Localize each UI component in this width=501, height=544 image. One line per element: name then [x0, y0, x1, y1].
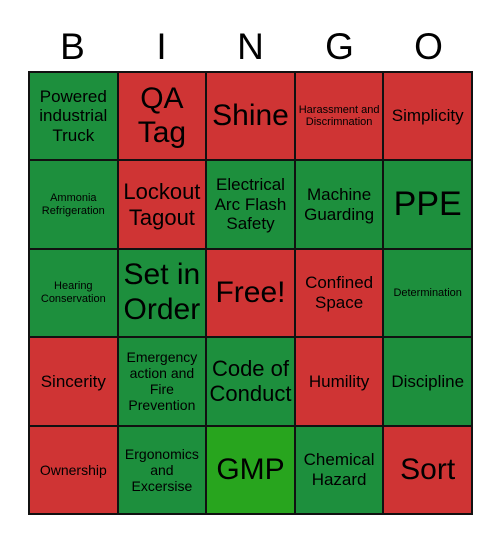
bingo-cell[interactable]: Confined Space — [295, 249, 383, 337]
bingo-header: B I N G O — [28, 22, 473, 72]
bingo-cell[interactable]: Simplicity — [384, 73, 471, 160]
bingo-cell[interactable]: Shine — [207, 73, 294, 160]
bingo-cell[interactable]: Sincerity — [30, 338, 117, 425]
bingo-card-grid: Powered industrial Truck QA Tag Shine Haras… — [28, 71, 473, 515]
header-letter-g: G — [325, 26, 354, 67]
bingo-cell[interactable]: Harassment and Discrimnation — [295, 73, 383, 160]
bingo-cell[interactable]: Determination — [384, 249, 471, 337]
bingo-cell[interactable]: Electrical Arc Flash Safety — [207, 161, 294, 248]
bingo-cell[interactable]: Ammonia Refrigeration — [30, 161, 117, 248]
bingo-cell[interactable]: Powered industrial Truck — [30, 73, 117, 160]
header-letter-b: B — [60, 26, 85, 67]
header-letter-o: O — [414, 26, 443, 67]
bingo-cell[interactable]: Lockout Tagout — [118, 161, 206, 248]
bingo-cell[interactable]: Machine Guarding — [295, 161, 383, 248]
bingo-cell[interactable]: GMP — [207, 426, 294, 513]
header-letter-i: I — [156, 26, 167, 67]
header-letter-n: N — [237, 26, 264, 67]
bingo-cell[interactable]: Sort — [384, 426, 471, 513]
bingo-cell[interactable]: QA Tag — [118, 73, 206, 160]
bingo-cell[interactable]: Chemical Hazard — [295, 426, 383, 513]
bingo-cell[interactable]: Emergency action and Fire Prevention — [118, 338, 206, 425]
bingo-cell[interactable]: Discipline — [384, 338, 471, 425]
bingo-cell[interactable]: Set in Order — [118, 249, 206, 337]
bingo-cell[interactable]: Free! — [207, 249, 294, 337]
bingo-cell[interactable]: Humility — [295, 338, 383, 425]
bingo-cell[interactable]: Code of Conduct — [207, 338, 294, 425]
bingo-cell[interactable]: Hearing Conservation — [30, 249, 117, 337]
bingo-cell[interactable]: PPE — [384, 161, 471, 248]
bingo-cell[interactable]: Ergonomics and Excersise — [118, 426, 206, 513]
bingo-cell[interactable]: Ownership — [30, 426, 117, 513]
